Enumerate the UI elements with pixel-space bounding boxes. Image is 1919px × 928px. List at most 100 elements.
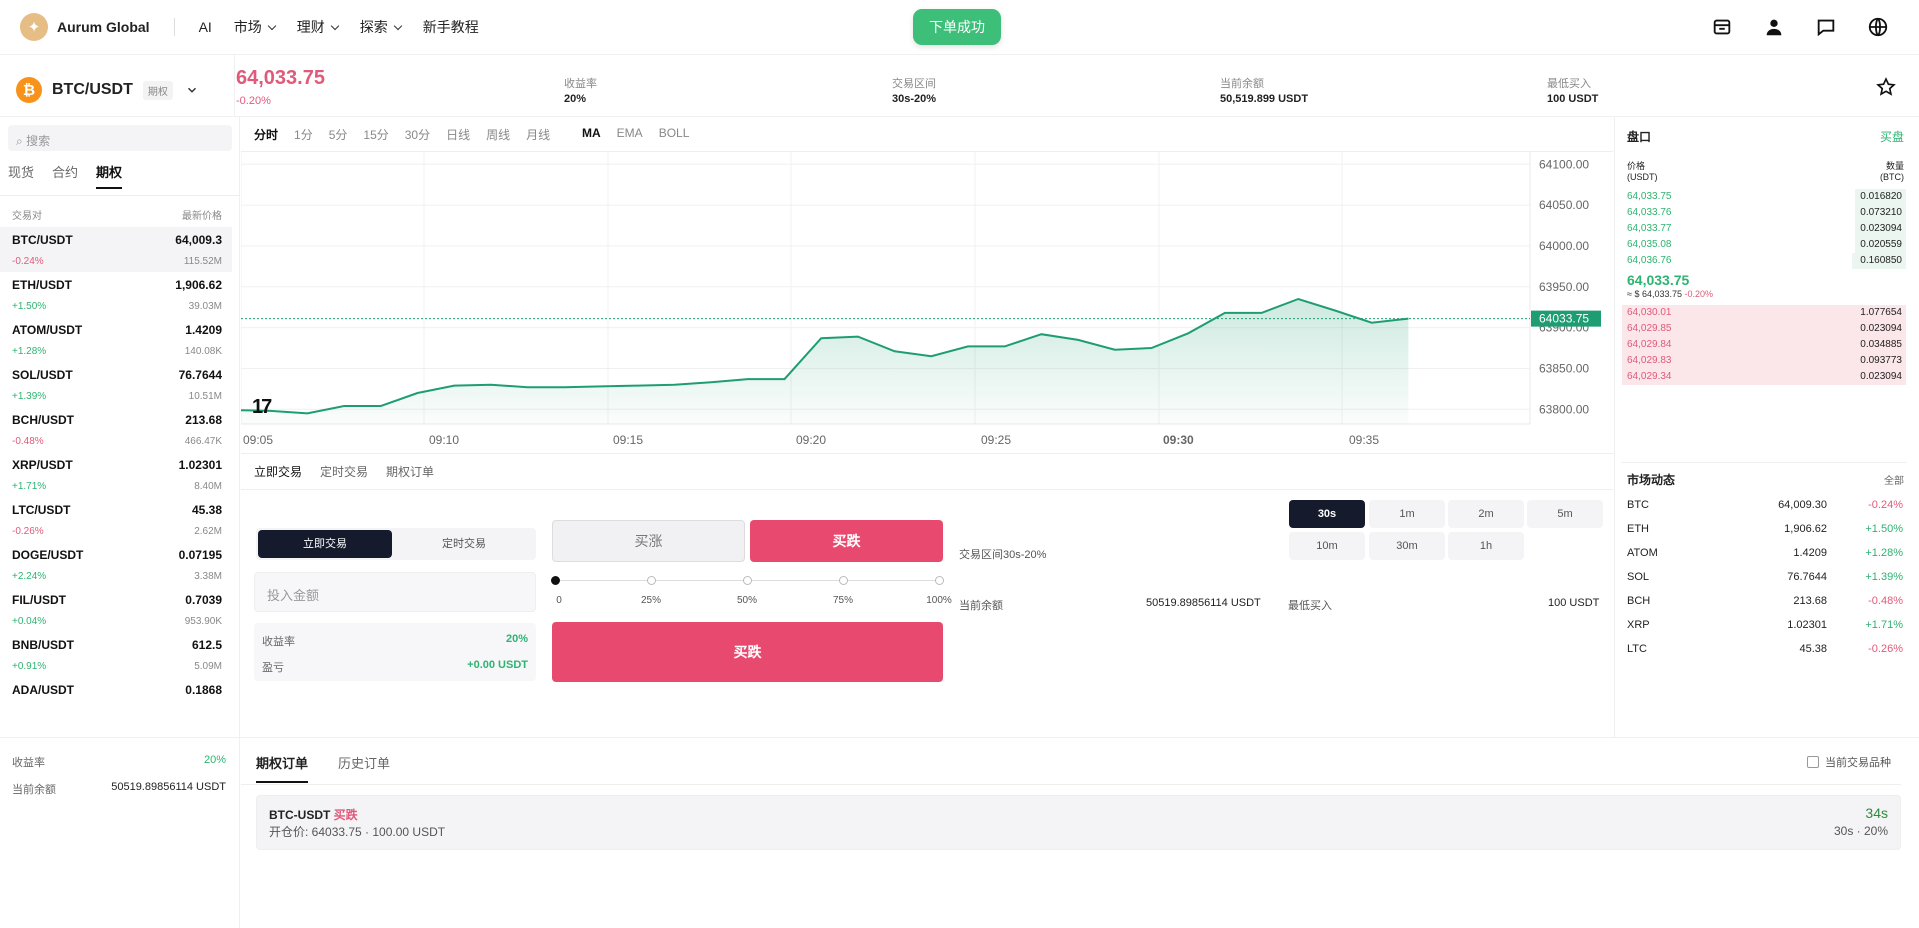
market-moves-all[interactable]: 全部 (1884, 472, 1904, 487)
market-change: +1.28% (12, 346, 47, 357)
market-pair: XRP/USDT (12, 458, 73, 472)
timeframe-4[interactable]: 30分 (405, 126, 430, 143)
market-move-row[interactable]: LTC 45.38 -0.26% (1627, 643, 1903, 655)
slider-stop[interactable] (551, 576, 560, 585)
mode-instant-button[interactable]: 立即交易 (258, 530, 392, 558)
orderbook-row[interactable]: 64,029.83 0.093773 (1622, 353, 1906, 369)
stat-range-label: 交易区间 (892, 78, 936, 90)
market-row[interactable]: BCH/USDT 213.68 -0.48% 466.47K (0, 407, 232, 452)
timeframe-7[interactable]: 月线 (526, 126, 550, 143)
tab-spot[interactable]: 现货 (8, 162, 34, 189)
timeframe-3[interactable]: 15分 (363, 126, 388, 143)
price-chart[interactable]: 64100.0064050.0064000.0063950.0063900.00… (241, 152, 1613, 452)
globe-icon[interactable] (1867, 16, 1889, 38)
buy-up-button[interactable]: 买涨 (552, 520, 745, 562)
orderbook-row[interactable]: 64,035.08 0.020559 (1622, 237, 1906, 253)
market-row[interactable]: SOL/USDT 76.7644 +1.39% 10.51M (0, 362, 232, 407)
orderbook-row[interactable]: 64,029.85 0.023094 (1622, 321, 1906, 337)
market-row[interactable]: ADA/USDT 0.1868 (0, 677, 232, 722)
timeframe-0[interactable]: 分时 (254, 126, 278, 143)
x-tick-label: 09:15 (613, 433, 643, 447)
orderbook-row[interactable]: 64,033.77 0.023094 (1622, 221, 1906, 237)
duration-10m[interactable]: 10m (1289, 532, 1365, 560)
symbol-selector[interactable]: ₿ BTC/USDT 期权 (16, 77, 199, 103)
market-move-row[interactable]: ATOM 1.4209 +1.28% (1627, 547, 1903, 559)
timeframe-6[interactable]: 周线 (486, 126, 510, 143)
market-row[interactable]: XRP/USDT 1.02301 +1.71% 8.40M (0, 452, 232, 497)
slider-stop[interactable] (743, 576, 752, 585)
market-row[interactable]: ATOM/USDT 1.4209 +1.28% 140.08K (0, 317, 232, 362)
filter-checkbox[interactable] (1807, 756, 1819, 768)
market-row[interactable]: ETH/USDT 1,906.62 +1.50% 39.03M (0, 272, 232, 317)
timeframe-2[interactable]: 5分 (329, 126, 348, 143)
timeframe-1[interactable]: 1分 (294, 126, 313, 143)
indicator-ma[interactable]: MA (582, 126, 601, 140)
brand-logo[interactable]: ✦ Aurum Global (20, 13, 150, 41)
market-move-row[interactable]: BCH 213.68 -0.48% (1627, 595, 1903, 607)
market-move-row[interactable]: XRP 1.02301 +1.71% (1627, 619, 1903, 631)
duration-2m[interactable]: 2m (1448, 500, 1524, 528)
order-pair: BTC-USDT (269, 808, 331, 822)
order-card[interactable]: BTC-USDT 买跌 开仓价: 64033.75 · 100.00 USDT … (256, 795, 1901, 850)
orderbook-row[interactable]: 64,029.84 0.034885 (1622, 337, 1906, 353)
slider-stop[interactable] (935, 576, 944, 585)
stat-min-label: 最低买入 (1547, 78, 1591, 90)
y-tick-label: 63850.00 (1539, 361, 1589, 375)
indicator-boll[interactable]: BOLL (659, 126, 690, 140)
market-row[interactable]: BTC/USDT 64,009.3 -0.24% 115.52M (0, 227, 232, 272)
user-icon[interactable] (1763, 16, 1785, 38)
duration-5m[interactable]: 5m (1527, 500, 1603, 528)
tab-instant-trade[interactable]: 立即交易 (254, 463, 302, 480)
market-row-sub: +1.39% 10.51M (12, 391, 222, 402)
market-row-main: LTC/USDT 45.38 (12, 503, 222, 517)
nav-item-tutorial[interactable]: 新手教程 (423, 17, 479, 37)
tab-history-orders[interactable]: 历史订单 (338, 753, 390, 783)
market-move-row[interactable]: SOL 76.7644 +1.39% (1627, 571, 1903, 583)
market-row[interactable]: BNB/USDT 612.5 +0.91% 5.09M (0, 632, 232, 677)
slider-stop[interactable] (839, 576, 848, 585)
market-row[interactable]: FIL/USDT 0.7039 +0.04% 953.90K (0, 587, 232, 632)
indicator-ema[interactable]: EMA (617, 126, 643, 140)
market-volume: 140.08K (184, 346, 222, 357)
mode-timed-button[interactable]: 定时交易 (396, 530, 532, 558)
duration-1h[interactable]: 1h (1448, 532, 1524, 560)
move-change: -0.24% (1868, 499, 1903, 511)
nav-item-market[interactable]: 市场 (234, 17, 275, 37)
nav-item-ai[interactable]: AI (199, 19, 212, 35)
nav-item-finance[interactable]: 理财 (297, 17, 338, 37)
tab-options[interactable]: 期权 (96, 162, 123, 189)
nav-item-explore[interactable]: 探索 (360, 17, 401, 37)
amount-input[interactable]: 投入金额 (254, 572, 536, 612)
tab-option-orders[interactable]: 期权订单 (386, 463, 434, 480)
orderbook-row[interactable]: 64,033.76 0.073210 (1622, 205, 1906, 221)
tab-option-orders-bottom[interactable]: 期权订单 (256, 753, 309, 783)
duration-30s[interactable]: 30s (1289, 500, 1365, 528)
orderbook-row[interactable]: 64,036.76 0.160850 (1622, 253, 1906, 269)
orderbook-row[interactable]: 64,029.34 0.023094 (1622, 369, 1906, 385)
chat-icon[interactable] (1815, 16, 1837, 38)
market-move-row[interactable]: ETH 1,906.62 +1.50% (1627, 523, 1903, 535)
tab-timed-trade[interactable]: 定时交易 (320, 463, 368, 480)
market-row[interactable]: LTC/USDT 45.38 -0.26% 2.62M (0, 497, 232, 542)
timeframe-5[interactable]: 日线 (446, 126, 470, 143)
market-price: 1.02301 (178, 458, 222, 472)
search-input[interactable]: ⌕ 搜索 (8, 125, 232, 151)
star-icon[interactable] (1876, 77, 1896, 97)
submit-order-button[interactable]: 买跌 (552, 622, 943, 682)
slider-stop[interactable] (647, 576, 656, 585)
duration-1m[interactable]: 1m (1369, 500, 1445, 528)
market-row[interactable]: DOGE/USDT 0.07195 +2.24% 3.38M (0, 542, 232, 587)
orderbook-row[interactable]: 64,033.75 0.016820 (1622, 189, 1906, 205)
wallet-icon[interactable] (1711, 16, 1733, 38)
orderbook-side-toggle[interactable]: 买盘 (1880, 128, 1904, 145)
stat-range: 交易区间 30s-20% (892, 75, 936, 105)
current-pair-filter[interactable]: 当前交易品种 (1807, 754, 1891, 770)
market-move-row[interactable]: BTC 64,009.30 -0.24% (1627, 499, 1903, 511)
buy-down-button[interactable]: 买跌 (750, 520, 943, 562)
orderbook-price: 64,036.76 (1627, 255, 1672, 266)
tab-futures[interactable]: 合约 (52, 162, 78, 189)
orderbook-row[interactable]: 64,030.01 1.077654 (1622, 305, 1906, 321)
duration-30m[interactable]: 30m (1369, 532, 1445, 560)
chevron-down-icon[interactable] (185, 83, 199, 97)
mid-usd: ≈ $ 64,033.75 (1627, 289, 1682, 299)
